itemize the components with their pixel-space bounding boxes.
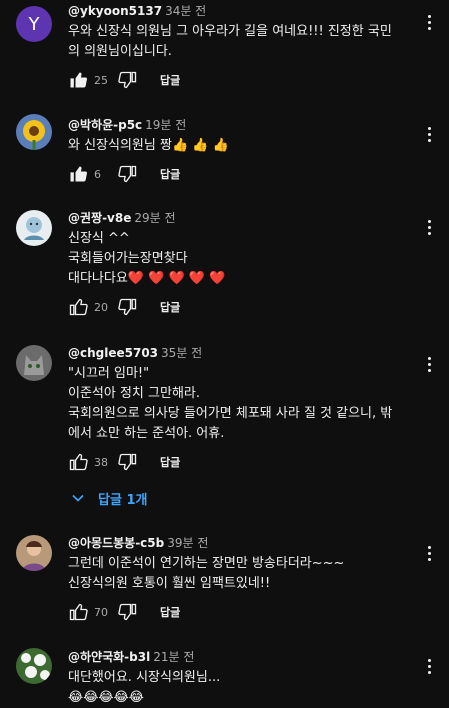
comment-line: 이준석아 정치 그만해라. [68, 386, 200, 401]
comment-author[interactable]: @아몽드봉봉-c5b [68, 536, 164, 550]
comment-line: 😂😂😂😂😂 [68, 690, 144, 705]
comment-actions: 6 답글 [68, 162, 409, 186]
comment-time[interactable]: 35분 전 [161, 346, 202, 360]
reply-button[interactable]: 답글 [160, 299, 180, 315]
more-vert-icon[interactable] [419, 217, 439, 237]
comment-author[interactable]: @박하윤-p5c [68, 118, 142, 132]
thumbs-down-icon[interactable] [118, 70, 138, 90]
comment-author[interactable]: @하얀국화-b3l [68, 650, 150, 664]
comment-time[interactable]: 19분 전 [145, 118, 186, 132]
more-vert-icon[interactable] [419, 543, 439, 563]
replies-count-label: 답글 1개 [98, 492, 148, 508]
view-replies-button[interactable]: 답글 1개 [68, 488, 147, 508]
comment-text: 대단했어요. 시장식의원님... 😂😂😂😂😂 [68, 668, 409, 708]
thumbs-down-icon[interactable] [118, 297, 138, 317]
comment-text: 신장식 ^^ 국회들어가는장면찾다 대다나다요❤️ ❤️ ❤️ ❤️ ❤️ [68, 229, 409, 289]
comment-time[interactable]: 29분 전 [134, 211, 175, 225]
reply-button[interactable]: 답글 [160, 604, 180, 620]
comment-line: 국회들어가는장면찾다 [68, 251, 188, 266]
comment-text: "시끄러 임마!" 이준석아 정치 그만해라. 국회의원으로 의사당 들어가면 … [68, 364, 409, 444]
like-count: 6 [94, 167, 101, 181]
person-avatar[interactable] [16, 535, 52, 571]
thumbs-up-icon[interactable] [68, 297, 88, 317]
drawing-avatar[interactable] [16, 210, 52, 246]
thumbs-up-icon[interactable] [68, 164, 88, 184]
comment-author[interactable]: @ykyoon5137 [68, 4, 162, 18]
like-count: 70 [94, 605, 108, 619]
avatar[interactable]: Y [16, 6, 52, 42]
comment-actions: 25 답글 [68, 68, 409, 92]
comment-line: 에서 쇼만 하는 준석아. 어휴. [68, 426, 225, 441]
comment-actions: 70 답글 [68, 600, 409, 624]
thumbs-down-icon[interactable] [118, 602, 138, 622]
chevron-down-icon [72, 494, 84, 502]
comment-time[interactable]: 21분 전 [153, 650, 194, 664]
comment-actions: 20 답글 [68, 295, 409, 319]
reply-button[interactable]: 답글 [160, 166, 180, 182]
more-vert-icon[interactable] [419, 656, 439, 676]
reply-button[interactable]: 답글 [160, 72, 180, 88]
comment-line: 의 의원님이십니다. [68, 44, 172, 59]
comment-line: 와 신장식의원님 짱👍 👍 👍 [68, 138, 229, 153]
comment-line: 신장식의원 호통이 훨씬 임팩트있네!! [68, 576, 271, 591]
comment-text: 그런데 이준석이 연기하는 장면만 방송타더라~~~ 신장식의원 호통이 훨씬 … [68, 554, 409, 594]
comment-line: 신장식 ^^ [68, 231, 130, 246]
comment-author[interactable]: @chglee5703 [68, 346, 158, 360]
comment-actions: 38 답글 [68, 450, 409, 474]
comment-line: "시끄러 임마!" [68, 366, 150, 381]
cat-avatar[interactable] [16, 345, 52, 381]
comment-line: 국회의원으로 의사당 들어가면 체포돼 사라 질 것 같으니, 밖 [68, 406, 393, 421]
comment-text: 우와 신장식 의원님 그 아우라가 길을 여네요!!! 진정한 국민 의 의원님… [68, 22, 409, 62]
comment-time[interactable]: 39분 전 [167, 536, 208, 550]
thumbs-up-icon[interactable] [68, 452, 88, 472]
thumbs-up-icon[interactable] [68, 70, 88, 90]
avatar-letter: Y [28, 13, 40, 35]
thumbs-up-icon[interactable] [68, 602, 88, 622]
more-vert-icon[interactable] [419, 124, 439, 144]
thumbs-down-icon[interactable] [118, 164, 138, 184]
like-count: 38 [94, 455, 108, 469]
like-count: 25 [94, 73, 108, 87]
like-count: 20 [94, 300, 108, 314]
reply-button[interactable]: 답글 [160, 454, 180, 470]
comment-line: 대다나다요❤️ ❤️ ❤️ ❤️ ❤️ [68, 269, 409, 289]
comment-line-text: 대다나다요❤️ ❤️ ❤️ ❤️ ❤️ [68, 271, 226, 286]
comment-author[interactable]: @권짱-v8e [68, 211, 131, 225]
flower-avatar[interactable] [16, 648, 52, 684]
comment-line: 대단했어요. 시장식의원님... [68, 670, 221, 685]
sunflower-avatar[interactable] [16, 114, 52, 150]
thumbs-down-icon[interactable] [118, 452, 138, 472]
comment-line: 우와 신장식 의원님 그 아우라가 길을 여네요!!! 진정한 국민 [68, 24, 392, 39]
comment-text: 와 신장식의원님 짱👍 👍 👍 [68, 136, 409, 156]
more-vert-icon[interactable] [419, 12, 439, 32]
comment-line: 그런데 이준석이 연기하는 장면만 방송타더라~~~ [68, 556, 345, 571]
more-vert-icon[interactable] [419, 354, 439, 374]
comment-time[interactable]: 34분 전 [165, 4, 206, 18]
